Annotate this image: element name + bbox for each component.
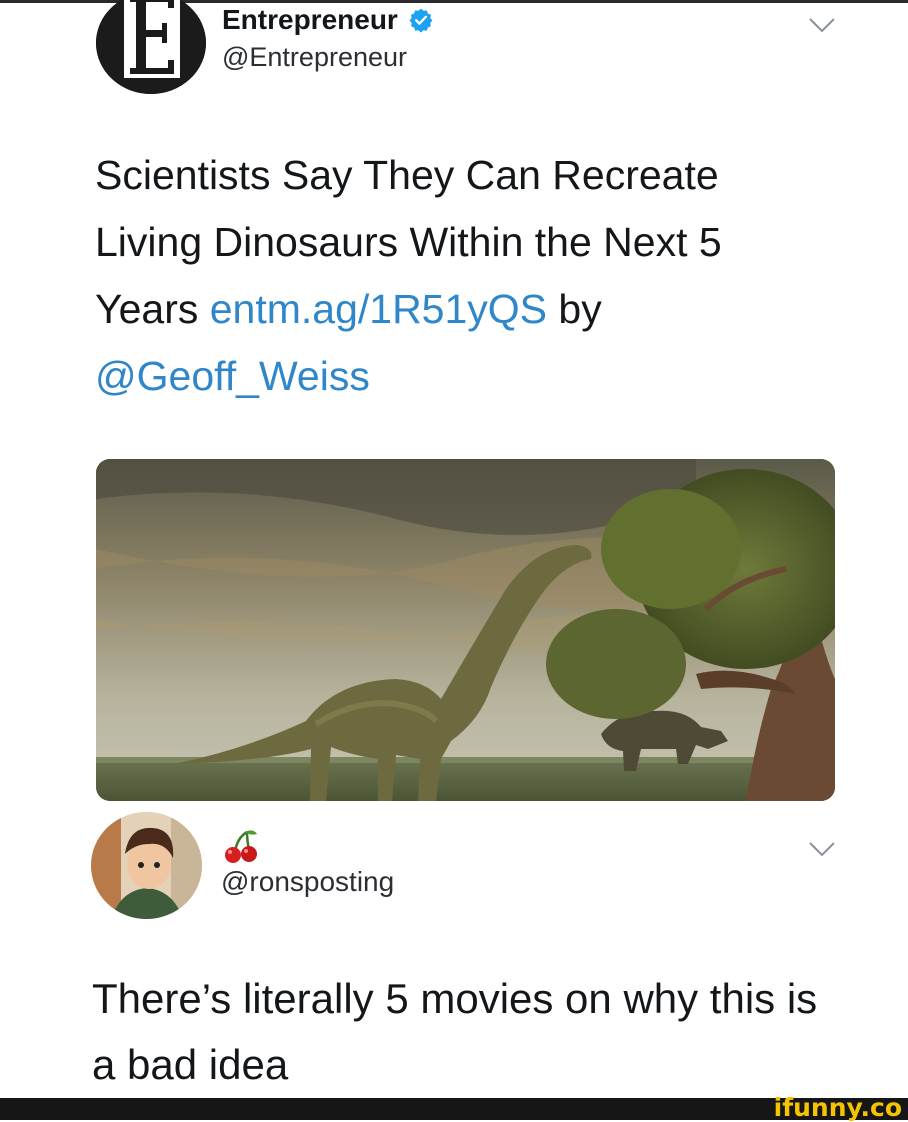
- tweet-image[interactable]: [96, 459, 835, 801]
- entrepreneur-logo: [96, 0, 206, 94]
- tweet-text-by: by: [547, 286, 602, 332]
- author-handle[interactable]: @Entrepreneur: [222, 42, 407, 73]
- cherry-icon: [225, 830, 257, 863]
- author-name[interactable]: Entrepreneur: [222, 4, 398, 36]
- ronsposting-avatar[interactable]: [91, 812, 202, 919]
- watermark-bar: [0, 1098, 908, 1120]
- tweet-mention[interactable]: @Geoff_Weiss: [95, 353, 370, 399]
- tweet-link[interactable]: entm.ag/1R51yQS: [210, 286, 547, 332]
- cartoon-boy-avatar: [91, 812, 202, 919]
- dinosaur-scene: [96, 459, 835, 801]
- tweet-text: Scientists Say They Can Recreate Living …: [95, 142, 815, 410]
- verified-badge-icon: [409, 8, 433, 33]
- reply-text: There’s literally 5 movies on why this i…: [92, 975, 818, 1088]
- chevron-down-icon[interactable]: [807, 16, 837, 34]
- author-name-row: Entrepreneur: [222, 4, 434, 36]
- entrepreneur-avatar[interactable]: [96, 0, 206, 94]
- chevron-down-icon[interactable]: [807, 840, 837, 858]
- ifunny-watermark: ifunny.co: [773, 1093, 902, 1122]
- reply-author-handle[interactable]: @ronsposting: [221, 866, 394, 898]
